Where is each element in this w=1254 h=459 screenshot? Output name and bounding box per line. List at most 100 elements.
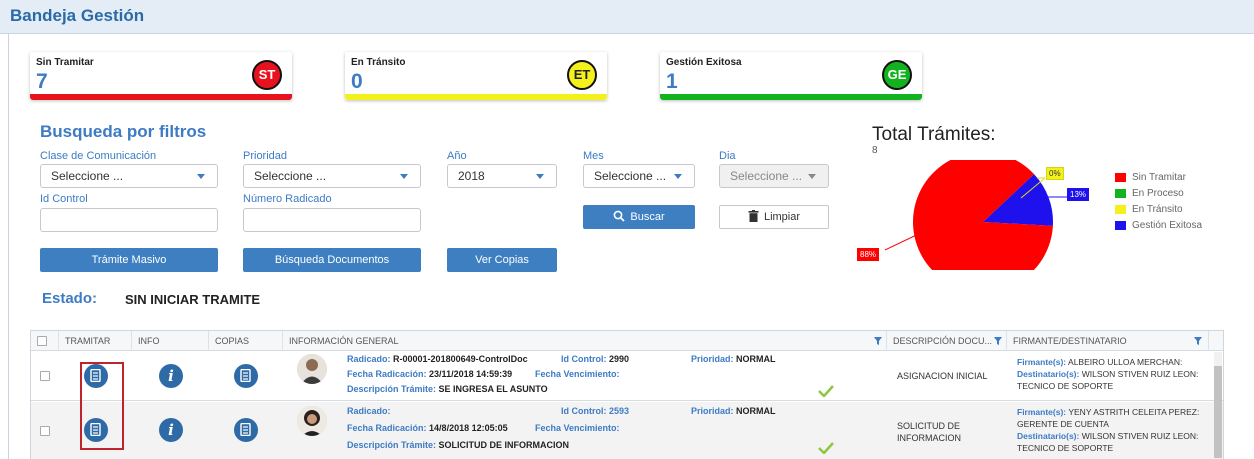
select-all-checkbox[interactable] [37,336,47,346]
card-en-transito[interactable]: En Tránsito 0 ET [345,52,607,100]
descripcion-tramite-line: Descripción Trámite: SOLICITUD DE INFORM… [347,440,570,450]
mes-select[interactable]: Seleccione ... [583,164,695,188]
row-checkbox[interactable] [40,426,50,436]
header-descripcion-label: DESCRIPCIÓN DOCU... [893,336,993,346]
dia-select[interactable]: Seleccione ... [719,164,829,188]
page-header [0,0,1254,34]
legend-label: Sin Tramitar [1132,172,1186,183]
descripcion-tramite-line: Descripción Trámite: SE INGRESA EL ASUNT… [347,384,548,394]
legend-label: Gestión Exitosa [1132,220,1203,231]
card-title: Sin Tramitar [36,57,94,68]
mes-label: Mes [583,150,604,162]
anio-select-value: 2018 [458,169,485,183]
legend-swatch [1115,204,1126,214]
buscar-button[interactable]: Buscar [583,205,695,229]
chart-legend: Sin Tramitar En Proceso En Tránsito Gest… [1115,172,1202,231]
filter-icon[interactable] [874,337,882,345]
card-gestion-exitosa[interactable]: Gestión Exitosa 1 GE [660,52,922,100]
header-info[interactable]: INFO [132,331,209,351]
card-status-bar [345,94,607,100]
chevron-down-icon [536,174,544,179]
table-row[interactable]: i Radicado: R-00001-201800649-ControlDoc… [31,351,1223,401]
fecha-vencimiento-line: Fecha Vencimiento: [535,369,620,379]
avatar [297,406,327,436]
id-control-line: Id Control: 2990 [561,354,630,364]
row-checkbox[interactable] [40,371,50,381]
id-control-line: Id Control: 2593 [561,406,630,416]
legend-swatch [1115,220,1126,230]
estado-value: SIN INICIAR TRAMITE [125,292,261,307]
filter-icon[interactable] [994,337,1002,345]
clase-select[interactable]: Seleccione ... [40,164,218,188]
card-count: 0 [351,70,363,93]
radicado-line: Radicado: R-00001-201800649-ControlDoc [347,354,528,364]
prioridad-label: Prioridad [243,150,288,162]
legend-item: En Tránsito [1115,204,1202,215]
pie-label-sin-tramitar: 88% [857,248,880,261]
anio-label: Año [447,150,467,162]
header-tramitar[interactable]: TRAMITAR [59,331,132,351]
card-status-bar [30,94,292,100]
chart-subtitle: 8 [872,145,878,156]
legend-item: Gestión Exitosa [1115,220,1202,231]
dia-label: Dia [719,150,736,162]
check-icon [818,442,834,454]
clase-label: Clase de Comunicación [40,150,157,162]
header-informacion-general[interactable]: INFORMACIÓN GENERAL [283,331,887,351]
header-select-cell [31,331,59,351]
tramite-masivo-button[interactable]: Trámite Masivo [40,248,218,272]
id-control-input[interactable] [40,208,218,232]
filters-title: Busqueda por filtros [40,122,207,141]
chart-title: Total Trámites: [872,124,996,145]
info-icon[interactable]: i [159,418,183,442]
chevron-down-icon [674,174,682,179]
header-descripcion[interactable]: DESCRIPCIÓN DOCU... [887,331,1007,351]
mes-select-value: Seleccione ... [594,169,667,183]
limpiar-button[interactable]: Limpiar [719,205,829,229]
chevron-down-icon [808,174,816,179]
legend-label: En Proceso [1132,188,1184,199]
legend-item: Sin Tramitar [1115,172,1202,183]
chevron-down-icon [197,174,205,179]
card-sin-tramitar[interactable]: Sin Tramitar 7 ST [30,52,292,100]
numero-radicado-input[interactable] [243,208,421,232]
firmante-cell: Firmante(s): YENY ASTRITH CELEITA PEREZ:… [1017,407,1200,453]
firmante-value: ALBEIRO ULLOA MERCHAN: [1068,357,1183,367]
copias-document-icon[interactable] [234,418,258,442]
legend-swatch [1115,172,1126,182]
dia-select-value: Seleccione ... [730,169,803,183]
busqueda-documentos-button[interactable]: Búsqueda Documentos [243,248,421,272]
chevron-down-icon [400,174,408,179]
prioridad-select-value: Seleccione ... [254,169,327,183]
limpiar-label: Limpiar [763,211,801,223]
ver-copias-button[interactable]: Ver Copias [447,248,557,272]
legend-item: En Proceso [1115,188,1202,199]
copias-document-icon[interactable] [234,364,258,388]
card-status-bar [660,94,922,100]
fecha-vencimiento-line: Fecha Vencimiento: [535,423,620,433]
table-row[interactable]: i Radicado: Id Control: 2593 Prioridad: … [31,402,1223,459]
estado-label: Estado: [42,290,98,307]
filter-icon[interactable] [1194,337,1202,345]
radicado-value: R-00001-201800649-ControlDoc [393,354,528,364]
search-icon [613,210,626,222]
header-firmante-label: FIRMANTE/DESTINATARIO [1013,336,1127,346]
fecha-radicacion-line: Fecha Radicación: 14/8/2018 12:05:05 [347,423,508,433]
card-title: En Tránsito [351,57,406,68]
card-count: 7 [36,70,48,93]
fecha-radicacion-line: Fecha Radicación: 23/11/2018 14:59:39 [347,369,513,379]
card-count: 1 [666,70,678,93]
anio-select[interactable]: 2018 [447,164,557,188]
prioridad-line: Prioridad: NORMAL [691,354,776,364]
pie-chart [884,160,1067,270]
legend-swatch [1115,188,1126,198]
header-copias[interactable]: COPIAS [209,331,283,351]
header-firmante[interactable]: FIRMANTE/DESTINATARIO [1007,331,1209,351]
tramites-grid: TRAMITAR INFO COPIAS INFORMACIÓN GENERAL… [30,330,1224,459]
scrollbar-thumb[interactable] [1214,366,1222,458]
buscar-label: Buscar [630,211,665,223]
clase-select-value: Seleccione ... [51,169,124,183]
info-icon[interactable]: i [159,364,183,388]
tramitar-highlight-box [80,362,124,450]
prioridad-select[interactable]: Seleccione ... [243,164,421,188]
